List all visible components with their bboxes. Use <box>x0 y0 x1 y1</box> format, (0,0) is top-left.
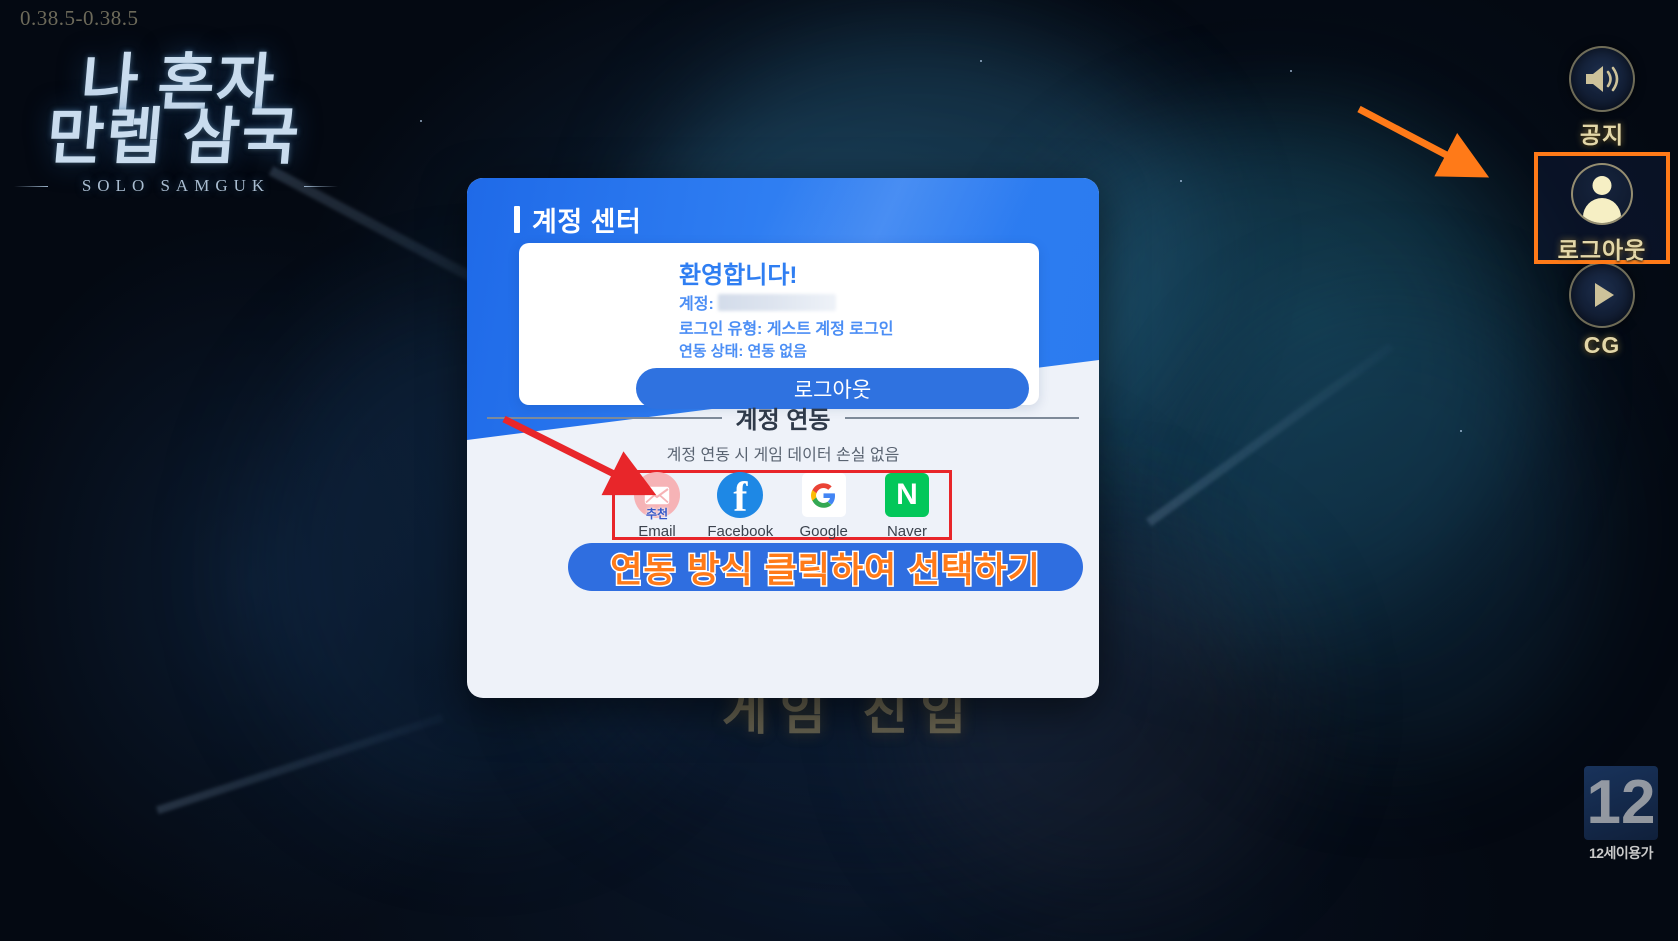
side-rail-item-notice[interactable]: 공지 <box>1536 46 1668 150</box>
background-star <box>1290 70 1292 72</box>
age-rating-badge: 12 12세이용가 <box>1580 766 1662 863</box>
background-star <box>1180 180 1182 182</box>
decorative-blade <box>1146 342 1394 527</box>
naver-icon: N <box>884 472 930 518</box>
game-logo-title: 나 혼자 만렙 삼국 <box>1 50 351 172</box>
avatar <box>1571 163 1633 225</box>
account-row: 계정: <box>679 290 836 314</box>
google-icon-tile <box>801 473 846 517</box>
side-rail-item-logout[interactable]: 로그아웃 <box>1538 156 1666 265</box>
facebook-icon-circle: f <box>717 472 764 518</box>
account-link-note: 계정 연동 시 게임 데이터 손실 없음 <box>666 447 900 464</box>
google-icon <box>801 472 847 518</box>
panel-title: 계정 센터 <box>514 200 641 239</box>
provider-label-facebook: Facebook <box>707 523 774 540</box>
account-label: 계정: <box>679 296 714 313</box>
background-star <box>980 60 982 62</box>
provider-label-google: Google <box>799 523 848 540</box>
play-icon <box>1569 262 1635 328</box>
provider-label-email: Email <box>638 523 676 540</box>
divider-line-right <box>844 416 1079 419</box>
game-logo: 나 혼자 만렙 삼국 SOLO SAMGUK <box>6 50 346 230</box>
divider-line-left <box>487 416 722 419</box>
naver-icon-tile: N <box>884 473 929 517</box>
side-rail-label-cg: CG <box>1583 332 1621 358</box>
account-link-divider: 계정 연동 <box>487 400 1079 435</box>
background-star <box>420 120 422 122</box>
avatar-icon <box>1569 161 1635 227</box>
side-rail-item-cg[interactable]: CG <box>1536 262 1668 359</box>
panel-title-text: 계정 센터 <box>532 207 642 237</box>
speaker-icon <box>1569 46 1635 112</box>
side-rail-item-logout-highlight[interactable]: 로그아웃 <box>1534 152 1670 264</box>
account-value-masked <box>717 293 836 311</box>
facebook-icon: f <box>717 472 764 518</box>
provider-naver[interactable]: N Naver <box>869 472 945 540</box>
annotation-ribbon-text: 연동 방식 클릭하여 선택하기 <box>609 549 1042 591</box>
provider-email[interactable]: 추천 Email <box>619 472 695 540</box>
background-star <box>1460 430 1462 432</box>
login-type-row: 로그인 유형: 게스트 계정 로그인 <box>679 321 894 338</box>
provider-list: 추천 Email f Facebook Google N Naver <box>619 472 945 540</box>
provider-facebook[interactable]: f Facebook <box>702 472 778 540</box>
title-accent-bar <box>514 206 520 233</box>
welcome-card: 환영합니다! 계정: 로그인 유형: 게스트 계정 로그인 연동 상태: 연동 … <box>519 243 1039 409</box>
provider-recommended-badge: 추천 <box>645 507 669 521</box>
side-rail-label-logout: 로그아웃 <box>1557 237 1647 263</box>
account-link-title: 계정 연동 <box>735 407 831 434</box>
version-label: 0.38.5-0.38.5 <box>20 6 139 30</box>
decorative-blade <box>156 713 444 815</box>
age-rating-caption: 12세이용가 <box>1588 845 1654 861</box>
provider-label-naver: Naver <box>886 523 927 540</box>
side-rail-label-notice: 공지 <box>1579 122 1625 148</box>
account-center-panel: 계정 센터 환영합니다! 계정: 로그인 유형: 게스트 계정 로그인 연동 상… <box>467 178 1099 698</box>
game-logo-line2: 만렙 삼국 <box>43 103 304 172</box>
age-rating-number: 12 <box>1584 766 1658 840</box>
provider-google[interactable]: Google <box>786 472 862 540</box>
welcome-heading: 환영합니다! <box>679 262 798 289</box>
link-status-row: 연동 상태: 연동 없음 <box>679 343 807 360</box>
game-logo-subtitle: SOLO SAMGUK <box>6 176 346 196</box>
